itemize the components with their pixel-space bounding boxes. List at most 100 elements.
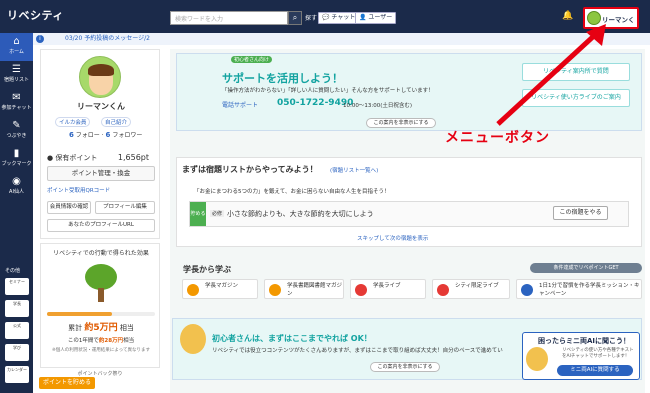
effect-year: この1年間で約28万円相当 [41, 336, 161, 344]
learn-label: 学長ライブ [373, 283, 401, 289]
chat-icon: 💬 [322, 14, 330, 21]
learn-label: 1日1分で習慣を作る学長ミッション・キャンペーン [539, 283, 640, 297]
search-input[interactable]: 検索ワードを入力 [170, 11, 288, 25]
homework-text: 小さな節約よりも、大きな節約を大切にしよう [227, 210, 374, 218]
app-logo[interactable]: リベシティ [7, 7, 64, 23]
phone-hours: 10:00〜13:00(土日祝含む) [343, 103, 412, 109]
user-label: ユーザー [368, 14, 393, 21]
support-subtitle: 「操作方法がわからない」「詳しい人に質問したい」そんな方をサポートしています！ [222, 88, 434, 94]
learn-badge: 条件達成でリベポイントGET [530, 263, 642, 273]
nav-other-heading: その他 [5, 268, 21, 274]
beginner-title: 初心者さんは、まずはここまでやれば OK！ [212, 334, 372, 343]
profile-name: リーマンくん [77, 102, 125, 111]
user-filter-button[interactable]: 👤 ユーザー [355, 12, 397, 24]
effect-title: リベシティでの行動で得られた効果 [53, 250, 149, 257]
learn-button-library[interactable]: 学長書籍図書館マガジン [264, 279, 344, 299]
member-info-button[interactable]: 会員情報の確認 [47, 201, 91, 214]
effect-total: 累計 約5万円 相当 [41, 320, 161, 333]
learn-label: シティ限定ライブ [455, 283, 499, 289]
mission-icon [521, 284, 533, 296]
left-nav: ⌂ ホーム ☰ 宿題リスト ✉ 参加チャット ✎ つぶやき ▮ ブックマーク ◉ AI仙人 [0, 33, 33, 393]
search-icon[interactable]: ⌕ [288, 11, 302, 25]
effect-progress [47, 312, 155, 316]
tweet-icon: ✎ [12, 120, 21, 131]
total-label: 累計 [68, 324, 83, 332]
nav-item-ai[interactable]: ◉ AI仙人 [0, 173, 33, 201]
nav-item-bookmark[interactable]: ▮ ブックマーク [0, 145, 33, 173]
user-icon: 👤 [359, 14, 367, 21]
total-suffix: 相当 [119, 324, 134, 332]
side-banner-calendar[interactable]: カレンダー [5, 366, 29, 383]
beginner-subtitle: リベシティでは役立つコンテンツがたくさんありますが、まずはここまで取り組めば大丈… [212, 348, 503, 354]
tree-trunk [98, 288, 104, 302]
annotation-label: メニューボタン [445, 130, 550, 146]
nav-label: ブックマーク [1, 161, 32, 167]
learn-button-mission[interactable]: 1日1分で習慣を作る学長ミッション・キャンペーン [516, 279, 642, 299]
effect-progress-fill [47, 312, 112, 316]
skip-homework-link[interactable]: スキップして次の宿題を表示 [357, 234, 428, 242]
profile-url-button[interactable]: あなたのプロフィールURL [47, 219, 155, 232]
ask-ai-button[interactable]: ミニ両AIに質問する [557, 365, 633, 376]
year-suffix: 相当 [123, 338, 135, 344]
learn-label: 学長書籍図書館マガジン [287, 283, 343, 297]
hide-beginner-button[interactable]: この案内を非表示にする [370, 362, 440, 372]
homework-list-link[interactable]: (宿題リスト一覧へ) [330, 166, 378, 174]
do-homework-button[interactable]: この宿題をやる [553, 206, 608, 220]
tree-illustration [81, 264, 121, 304]
list-icon: ☰ [12, 64, 21, 75]
year-value: 約28万円 [98, 338, 124, 344]
follow-count: 6 [69, 131, 74, 139]
learn-button-live[interactable]: 学長ライブ [350, 279, 426, 299]
homework-title: まずは宿題リストからやってみよう！ [182, 165, 318, 174]
chat-filter-button[interactable]: 💬 チャット [318, 12, 360, 24]
homework-tag: 貯める [190, 202, 206, 226]
follower-count: 6 [105, 131, 111, 139]
avatar[interactable] [79, 56, 121, 98]
follow-stats[interactable]: 6 フォロー · 6 フォロワー [69, 130, 142, 139]
side-banner-gakucho[interactable]: 学長 [5, 300, 29, 317]
chat-icon: ✉ [12, 92, 21, 103]
pointback-heading: ポイントバック祭り [77, 371, 123, 377]
phone-number: 050-1722-9490 [277, 98, 354, 108]
member-badge[interactable]: イルカ会員 [55, 117, 91, 127]
nav-item-homework[interactable]: ☰ 宿題リスト [0, 61, 33, 89]
get-points-button[interactable]: ポイントを貯める [39, 377, 95, 389]
learn-button-magazine[interactable]: 学長マガジン [182, 279, 258, 299]
live-icon [437, 284, 449, 296]
edit-profile-button[interactable]: プロフィール編集 [95, 201, 155, 214]
ai-icon: ◉ [12, 176, 21, 187]
points-manage-button[interactable]: ポイント管理・換金 [47, 166, 155, 181]
self-intro-badge[interactable]: 自己紹介 [101, 117, 132, 127]
learn-button-city-live[interactable]: シティ限定ライブ [432, 279, 510, 299]
follow-label: フォロー [75, 132, 100, 139]
side-banner-learn[interactable]: 学び [5, 344, 29, 361]
bookmark-icon: ▮ [13, 148, 20, 159]
nav-item-chat[interactable]: ✉ 参加チャット [0, 89, 33, 117]
phone-support-link[interactable]: 電話サポート [222, 100, 258, 109]
lion-character-icon [180, 324, 206, 354]
ai-character-icon [526, 347, 548, 371]
magazine-icon [187, 284, 199, 296]
nav-item-tweet[interactable]: ✎ つぶやき [0, 117, 33, 145]
side-banner-seminar[interactable]: セミナー [5, 278, 29, 295]
ai-chat-subtitle: リベシティの使い方や各種テキストをAIチャットでサポートします！ [562, 348, 634, 359]
profile-card: リーマンくん イルカ会員 自己紹介 6 フォロー · 6 フォロワー ● 保有ポ… [40, 49, 160, 239]
hide-guide-button[interactable]: この案内を非表示にする [366, 118, 436, 128]
points-value: 1,656pt [117, 153, 149, 162]
nav-label: 宿題リスト [3, 77, 29, 83]
arrow-shaft [496, 32, 598, 126]
nav-item-home[interactable]: ⌂ ホーム [0, 33, 33, 61]
points-qr-link[interactable]: ポイント受取用QRコード [47, 186, 110, 194]
book-icon [269, 284, 281, 296]
nav-label: ホーム [9, 49, 24, 55]
side-banner-official[interactable]: 公式 [5, 322, 29, 339]
homework-question: 「お金にまつわる5つの力」を鍛えて、お金に困らない自由な人生を目指そう！ [194, 189, 390, 195]
year-prefix: この1年間で [67, 338, 99, 344]
youtube-icon [355, 284, 367, 296]
annotation-arrow [496, 24, 606, 126]
follower-label: フォロワー [112, 132, 143, 139]
search-label: 探す [305, 15, 318, 22]
avatar-hair [88, 64, 114, 76]
nav-label: 参加チャット [1, 105, 32, 111]
total-value: 約5万円 [84, 323, 118, 333]
